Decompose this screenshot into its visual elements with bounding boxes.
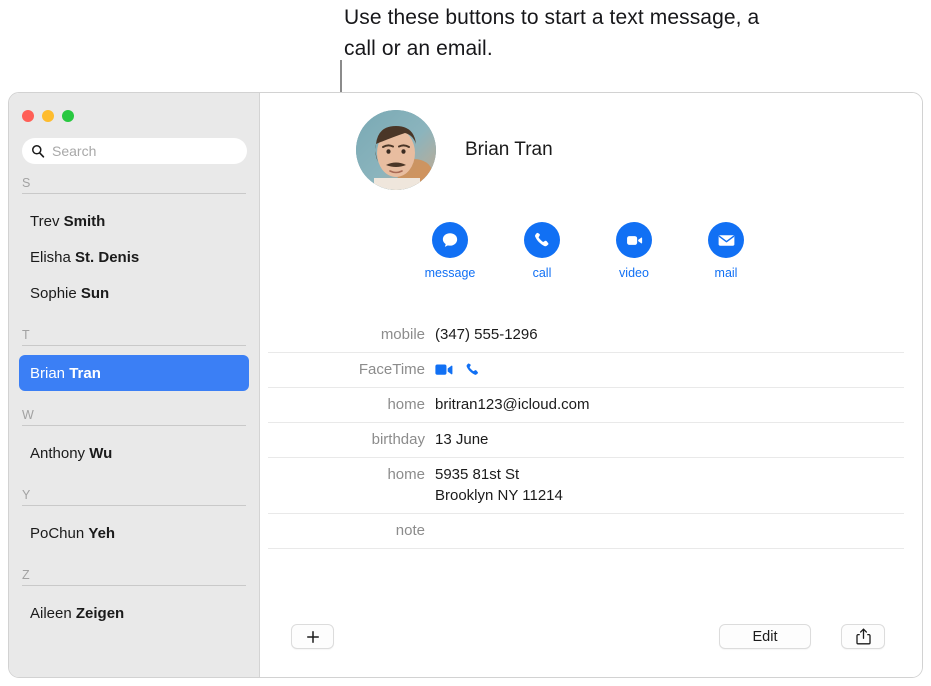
search-field[interactable]	[22, 138, 247, 164]
field-value-phone[interactable]: (347) 555-1296	[435, 324, 538, 345]
field-row-facetime: FaceTime	[268, 353, 904, 388]
video-camera-icon[interactable]	[435, 363, 454, 377]
contact-last-name: Sun	[80, 284, 110, 302]
share-button[interactable]	[841, 624, 885, 649]
contact-header: Brian Tran	[356, 110, 553, 190]
field-label: home	[387, 466, 425, 483]
list-item[interactable]: Sophie Sun	[19, 275, 249, 311]
message-bubble-icon	[442, 233, 458, 247]
search-input[interactable]	[52, 143, 238, 159]
bottom-toolbar: Edit	[260, 605, 922, 677]
contact-list[interactable]: S Trev Smith Elisha St. Denis Sophie Sun…	[9, 176, 259, 677]
call-button[interactable]: call	[524, 222, 560, 280]
contact-photo	[356, 110, 436, 190]
list-item[interactable]: Trev Smith	[19, 203, 249, 239]
message-button-label: message	[424, 266, 476, 280]
contact-last-name: Smith	[63, 212, 106, 230]
section-header-s: S	[22, 176, 246, 194]
list-item-selected[interactable]: Brian Tran	[19, 355, 249, 391]
contact-last-name: Zeigen	[75, 604, 125, 622]
contact-first-name: Trev	[30, 212, 60, 230]
field-label: note	[395, 522, 425, 539]
mail-button-circle[interactable]	[708, 222, 744, 258]
video-camera-icon	[626, 235, 642, 245]
call-button-label: call	[532, 266, 552, 280]
avatar[interactable]	[356, 110, 436, 190]
contacts-window: S Trev Smith Elisha St. Denis Sophie Sun…	[8, 92, 923, 678]
phone-icon[interactable]	[464, 361, 481, 378]
plus-icon	[306, 630, 319, 643]
field-label: birthday	[371, 431, 425, 448]
contact-last-name: Tran	[69, 364, 101, 382]
contact-first-name: Aileen	[30, 604, 72, 622]
add-button[interactable]	[291, 624, 334, 649]
contact-first-name: PoChun	[30, 524, 85, 542]
contact-last-name: Wu	[89, 444, 113, 462]
edit-button[interactable]: Edit	[719, 624, 811, 649]
quick-actions: message call video mail	[425, 222, 744, 280]
section-header-y: Y	[22, 488, 246, 506]
video-button-label: video	[619, 266, 649, 280]
contact-first-name: Brian	[30, 364, 66, 382]
list-item[interactable]: Elisha St. Denis	[19, 239, 249, 275]
page-title: Brian Tran	[465, 139, 553, 160]
window-controls	[22, 110, 74, 122]
field-value-address[interactable]: 5935 81st St Brooklyn NY 11214	[435, 464, 563, 506]
field-row-address: home 5935 81st St Brooklyn NY 11214	[268, 458, 904, 514]
field-value-email[interactable]: britran123@icloud.com	[435, 394, 589, 415]
field-label: FaceTime	[358, 361, 425, 378]
mail-button[interactable]: mail	[708, 222, 744, 280]
contact-fields: mobile (347) 555-1296 FaceTime home brit…	[268, 324, 904, 549]
contact-first-name: Sophie	[30, 284, 77, 302]
contact-detail-pane: Brian Tran message call video mail mobil…	[260, 93, 922, 677]
section-header-z: Z	[22, 568, 246, 586]
contact-last-name: St. Denis	[75, 248, 140, 266]
call-button-circle[interactable]	[524, 222, 560, 258]
field-row-note: note	[268, 514, 904, 549]
minimize-button[interactable]	[42, 110, 54, 122]
field-row-mobile: mobile (347) 555-1296	[268, 324, 904, 353]
message-button-circle[interactable]	[432, 222, 468, 258]
sidebar: S Trev Smith Elisha St. Denis Sophie Sun…	[9, 93, 260, 677]
section-header-t: T	[22, 328, 246, 346]
phone-icon	[535, 232, 549, 247]
list-item[interactable]: Anthony Wu	[19, 435, 249, 471]
video-button[interactable]: video	[616, 222, 652, 280]
section-header-w: W	[22, 408, 246, 426]
zoom-button[interactable]	[62, 110, 74, 122]
field-label: home	[387, 396, 425, 413]
field-value-facetime	[435, 359, 481, 380]
contact-first-name: Elisha	[30, 248, 71, 266]
close-button[interactable]	[22, 110, 34, 122]
field-label: mobile	[380, 326, 425, 343]
contact-last-name: Yeh	[88, 524, 116, 542]
message-button[interactable]: message	[425, 222, 475, 280]
list-item[interactable]: Aileen Zeigen	[19, 595, 249, 631]
list-item[interactable]: PoChun Yeh	[19, 515, 249, 551]
field-row-email: home britran123@icloud.com	[268, 388, 904, 423]
field-row-birthday: birthday 13 June	[268, 423, 904, 458]
video-button-circle[interactable]	[616, 222, 652, 258]
field-value-birthday[interactable]: 13 June	[435, 429, 488, 450]
envelope-icon	[718, 234, 734, 246]
mail-button-label: mail	[714, 266, 738, 280]
share-icon	[855, 628, 871, 645]
callout-text: Use these buttons to start a text messag…	[344, 6, 760, 60]
contact-first-name: Anthony	[30, 444, 86, 462]
search-icon	[32, 145, 45, 158]
